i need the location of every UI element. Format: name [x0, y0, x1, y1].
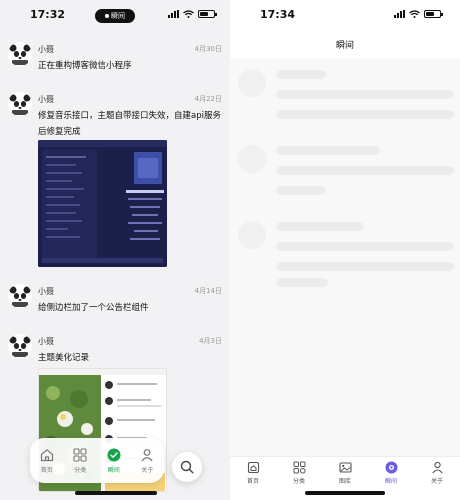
post-date: 4月3日: [199, 337, 222, 345]
search-icon: [180, 460, 194, 474]
skeleton-line: [276, 110, 454, 119]
tab-label: 分类: [74, 466, 87, 474]
home-indicator: [75, 491, 157, 495]
skeleton-avatar: [238, 145, 266, 173]
person-icon: [431, 461, 443, 474]
post-date: 4月30日: [194, 45, 222, 53]
post-content: 修复音乐接口，主题自带接口失效，自建api服务后修复完成: [38, 111, 221, 137]
post-screenshot-image[interactable]: [38, 140, 167, 267]
skeleton-line: [276, 278, 328, 287]
skeleton-line: [276, 186, 326, 195]
skeleton-line: [276, 166, 454, 175]
tab-label: 首页: [40, 466, 53, 474]
nav-gallery[interactable]: 图库: [328, 461, 362, 485]
panda-avatar-icon: [8, 284, 32, 308]
nav-about[interactable]: 关于: [420, 461, 454, 485]
check-circle-icon: [107, 448, 121, 461]
skeleton-line: [276, 262, 454, 271]
home-indicator: [305, 491, 385, 495]
skeleton-line: [276, 90, 454, 99]
skeleton-line: [276, 146, 380, 155]
panda-avatar-icon: [8, 42, 32, 66]
status-time: 17:32: [30, 8, 66, 21]
moment-icon: [385, 461, 397, 474]
post-date: 4月22日: [194, 95, 222, 103]
skeleton-line: [276, 222, 364, 231]
tab-about[interactable]: 关于: [132, 448, 162, 474]
nav-label: 瞬间: [384, 478, 397, 485]
left-phone-screen: 17:32 瞬间 小聂 4月30日 正在重构博客微信小程序 小聂 4月22日 修…: [0, 0, 230, 500]
image-icon: [338, 462, 352, 473]
grid-icon: [73, 447, 87, 462]
panda-avatar-icon: [8, 92, 32, 116]
nav-label: 分类: [292, 478, 305, 485]
search-button[interactable]: [172, 452, 202, 482]
nav-label: 首页: [246, 478, 259, 485]
system-icons: [394, 10, 443, 18]
post-author: 小聂: [38, 337, 54, 346]
tab-label: 瞬间: [107, 466, 120, 474]
dynamic-island: 瞬间: [95, 9, 135, 23]
battery-icon: [198, 10, 217, 18]
nav-category[interactable]: 分类: [282, 461, 316, 485]
status-bar: 17:32 瞬间: [0, 0, 230, 32]
moment-post[interactable]: 小聂 4月3日 主题美化记录: [8, 334, 224, 368]
island-dot-icon: [105, 14, 109, 18]
person-icon: [141, 448, 153, 461]
wifi-icon: [409, 10, 420, 18]
post-author: 小聂: [38, 95, 54, 104]
moment-post[interactable]: 小聂 4月14日 给侧边栏加了一个公告栏组件: [8, 284, 224, 324]
post-author: 小聂: [38, 45, 54, 54]
home-icon: [247, 461, 259, 474]
post-author: 小聂: [38, 287, 54, 296]
nav-label: 关于: [430, 478, 443, 485]
moment-post[interactable]: 小聂 4月22日 修复音乐接口，主题自带接口失效，自建api服务后修复完成: [8, 92, 224, 142]
page-title: 瞬间: [335, 41, 354, 51]
status-bar: 17:34: [230, 0, 460, 32]
tab-moments[interactable]: 瞬间: [99, 448, 129, 474]
post-content: 主题美化记录: [38, 353, 90, 363]
skeleton-line: [276, 242, 454, 251]
right-phone-screen: 17:34 瞬间 首页 分类 图库 瞬间 关于: [230, 0, 460, 500]
wifi-icon: [183, 10, 194, 18]
floating-tab-bar: 首页 分类 瞬间 关于: [30, 438, 164, 483]
skeleton-avatar: [238, 221, 266, 249]
skeleton-line: [276, 70, 326, 79]
battery-icon: [424, 10, 443, 18]
tab-label: 关于: [141, 466, 154, 474]
grid-icon: [293, 461, 306, 474]
status-time: 17:34: [260, 8, 296, 21]
nav-home[interactable]: 首页: [236, 461, 270, 485]
signal-icon: [394, 10, 405, 18]
island-label: 瞬间: [111, 12, 125, 20]
tab-category[interactable]: 分类: [65, 447, 95, 474]
post-content: 正在重构博客微信小程序: [38, 61, 132, 71]
nav-moments[interactable]: 瞬间: [374, 461, 408, 485]
moment-post[interactable]: 小聂 4月30日 正在重构博客微信小程序: [8, 42, 224, 82]
home-icon: [40, 448, 53, 461]
tab-home[interactable]: 首页: [32, 448, 62, 474]
signal-icon: [168, 10, 179, 18]
nav-label: 图库: [338, 478, 351, 485]
panda-avatar-icon: [8, 334, 32, 358]
system-icons: [168, 10, 217, 18]
loading-skeleton: [230, 58, 460, 456]
post-date: 4月14日: [194, 287, 222, 295]
post-content: 给侧边栏加了一个公告栏组件: [38, 303, 149, 313]
skeleton-avatar: [238, 69, 266, 97]
